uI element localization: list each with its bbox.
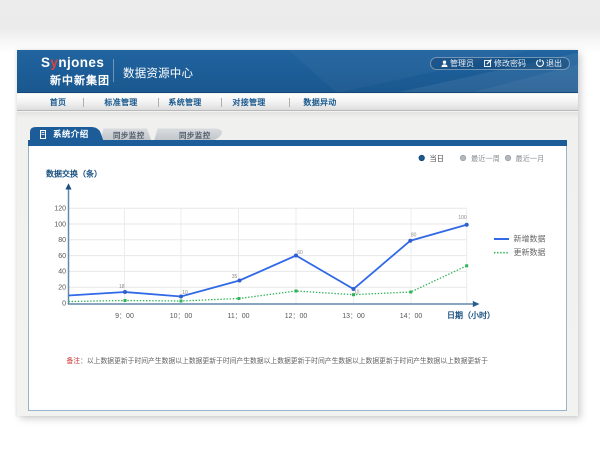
svg-text:100: 100 <box>54 221 66 228</box>
svg-text:80: 80 <box>58 237 66 244</box>
svg-text:最近一月: 最近一月 <box>516 154 545 163</box>
svg-text:120: 120 <box>54 206 66 213</box>
svg-text:0: 0 <box>62 300 66 307</box>
svg-text:11：00: 11：00 <box>227 313 249 320</box>
svg-text:14：00: 14：00 <box>400 313 423 320</box>
svg-text:40: 40 <box>58 269 66 276</box>
svg-text:12：00: 12：00 <box>285 313 308 320</box>
svg-text:60: 60 <box>297 250 303 256</box>
svg-text:当日: 当日 <box>430 154 444 163</box>
svg-text:9：00: 9：00 <box>115 313 134 320</box>
svg-text:数据交换（条）: 数据交换（条） <box>46 169 102 179</box>
svg-text:最近一周: 最近一周 <box>471 154 500 163</box>
svg-text:10：00: 10：00 <box>170 313 193 320</box>
svg-text:18: 18 <box>119 284 125 290</box>
svg-text:10: 10 <box>354 290 360 296</box>
svg-text:100: 100 <box>458 215 467 221</box>
svg-text:35: 35 <box>232 274 238 280</box>
svg-text:80: 80 <box>411 233 417 239</box>
svg-text:10: 10 <box>182 290 188 296</box>
svg-text:更新数据: 更新数据 <box>514 247 546 257</box>
svg-text:20: 20 <box>58 285 66 292</box>
svg-text:60: 60 <box>58 253 66 260</box>
svg-text:新增数据: 新增数据 <box>514 234 546 244</box>
svg-text:日期（小时）: 日期（小时） <box>447 310 495 320</box>
svg-text:13：00: 13：00 <box>342 313 365 320</box>
